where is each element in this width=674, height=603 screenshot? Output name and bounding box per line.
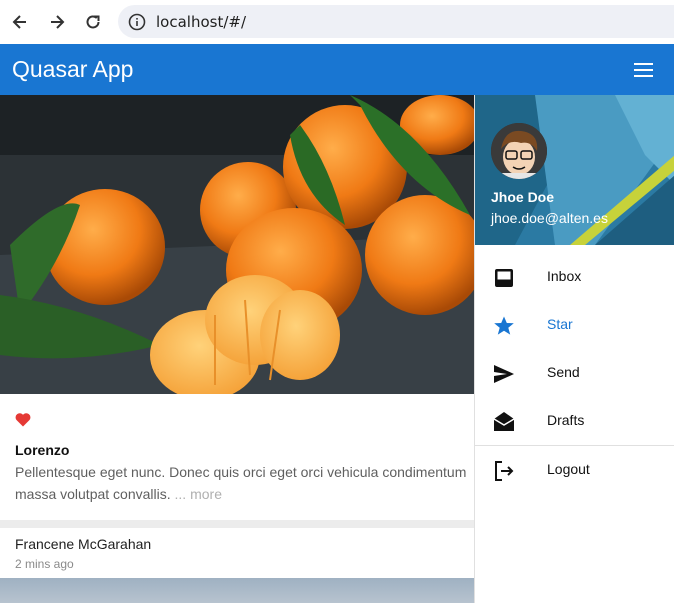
url-text: localhost/#/	[156, 13, 247, 31]
drafts-icon	[493, 411, 515, 433]
send-icon	[493, 363, 515, 385]
more-link[interactable]: ... more	[175, 486, 222, 502]
card-image	[0, 95, 474, 394]
drawer-item-logout[interactable]: Logout	[475, 446, 674, 494]
drawer-item-inbox[interactable]: Inbox	[475, 253, 674, 301]
browser-toolbar: localhost/#/	[0, 0, 674, 44]
menu-icon[interactable]	[634, 60, 656, 78]
drawer-item-drafts[interactable]: Drafts	[475, 397, 674, 445]
drawer-item-send[interactable]: Send	[475, 349, 674, 397]
forward-arrow-icon[interactable]	[45, 10, 69, 34]
side-drawer: Jhoe Doe jhoe.doe@alten.es Inbox Star Se…	[474, 95, 674, 603]
drawer-item-label: Star	[547, 316, 573, 332]
user-name: Jhoe Doe	[491, 189, 555, 205]
logout-icon	[493, 460, 515, 482]
reload-icon[interactable]	[81, 10, 105, 34]
card-body: Lorenzo Pellentesque eget nunc. Donec qu…	[0, 394, 474, 520]
drawer-item-label: Inbox	[547, 268, 582, 284]
post-author: Francene McGarahan	[15, 536, 152, 552]
user-email: jhoe.doe@alten.es	[491, 210, 608, 226]
card-text-line1: Pellentesque eget nunc. Donec quis orci …	[15, 464, 467, 480]
post-time: 2 mins ago	[15, 557, 74, 571]
app-title: Quasar App	[12, 56, 134, 82]
inbox-icon	[493, 267, 515, 289]
card-text: Pellentesque eget nunc. Donec quis orci …	[15, 461, 485, 505]
post-item[interactable]: Francene McGarahan 2 mins ago	[0, 528, 474, 578]
heart-icon[interactable]	[15, 412, 31, 432]
post-image	[0, 578, 474, 603]
drawer-item-star[interactable]: Star	[475, 301, 674, 349]
drawer-item-label: Send	[547, 364, 580, 380]
app-header: Quasar App	[0, 44, 674, 95]
divider	[0, 520, 474, 528]
drawer-header: Jhoe Doe jhoe.doe@alten.es	[475, 95, 674, 245]
avatar	[491, 123, 547, 179]
back-arrow-icon[interactable]	[8, 10, 32, 34]
drawer-item-label: Logout	[547, 461, 590, 477]
card-author: Lorenzo	[15, 442, 70, 458]
card-text-line2: massa volutpat convallis.	[15, 486, 171, 502]
info-icon[interactable]	[128, 13, 146, 36]
address-bar[interactable]: localhost/#/	[118, 5, 674, 38]
drawer-item-label: Drafts	[547, 412, 585, 428]
star-icon	[493, 315, 515, 337]
